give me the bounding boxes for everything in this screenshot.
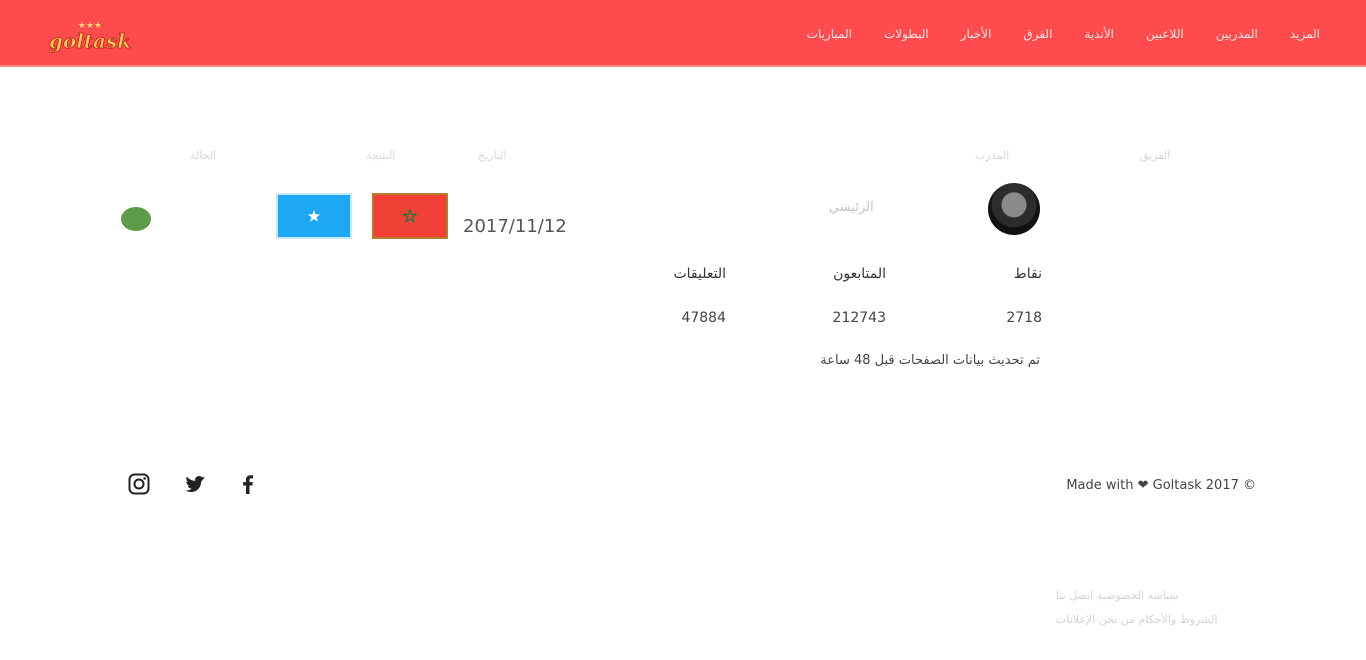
star-icon <box>307 210 321 222</box>
nav-item-news[interactable]: الأخبار <box>961 27 992 41</box>
top-navbar: ★★★ goltask المزيد المدربين اللاعبين الأ… <box>0 0 1366 67</box>
nav-item-teams[interactable]: الفرق <box>1023 27 1052 41</box>
pentagram-icon <box>403 209 417 223</box>
header-date: التاريخ <box>478 149 507 162</box>
nav-item-tournaments[interactable]: البطولات <box>884 27 929 41</box>
footer-made-with: Made with ❤ Goltask 2017 © <box>1066 478 1256 493</box>
nav-item-matches[interactable]: المباريات <box>807 27 852 41</box>
facebook-icon[interactable] <box>236 472 260 496</box>
stat-label-points: نقاط <box>1013 266 1042 282</box>
instagram-icon[interactable] <box>127 472 151 496</box>
twitter-icon[interactable] <box>183 472 207 496</box>
match-status-indicator <box>121 207 151 231</box>
stat-label-comments: التعليقات <box>673 266 726 282</box>
last-updated-text: تم تحديث بيانات الصفحات قبل 48 ساعة <box>820 353 1040 368</box>
nav-item-more[interactable]: المزيد <box>1290 27 1320 41</box>
header-coach: المدرب <box>975 149 1010 162</box>
stat-label-followers: المتابعون <box>833 266 886 282</box>
nav-item-players[interactable]: اللاعبين <box>1146 27 1184 41</box>
nav-item-coaches[interactable]: المدربين <box>1216 27 1258 41</box>
somalia-flag-icon[interactable] <box>276 193 352 239</box>
nav-item-clubs[interactable]: الأندية <box>1084 27 1114 41</box>
footer-links-row-1[interactable]: سياسة الخصوصية اتصل بنا <box>1056 589 1179 602</box>
match-date: 2017/11/12 <box>463 216 567 237</box>
stat-value-comments: 47884 <box>681 310 726 326</box>
footer-links-row-2[interactable]: الشروط والأحكام من نحن الإعلانات <box>1056 613 1217 626</box>
team-name[interactable]: الرئيسي <box>829 200 874 215</box>
coach-avatar[interactable] <box>988 183 1040 235</box>
stat-value-followers: 212743 <box>832 310 886 326</box>
stat-value-points: 2718 <box>1006 310 1042 326</box>
svg-text:goltask: goltask <box>49 29 131 53</box>
morocco-flag-icon[interactable] <box>372 193 448 239</box>
header-score: النتيجة <box>366 149 396 162</box>
header-team: الفريق <box>1140 149 1171 162</box>
site-logo[interactable]: ★★★ goltask <box>48 14 132 58</box>
main-nav: المزيد المدربين اللاعبين الأندية الفرق ا… <box>807 0 1320 67</box>
header-status: الحالة <box>190 149 217 162</box>
